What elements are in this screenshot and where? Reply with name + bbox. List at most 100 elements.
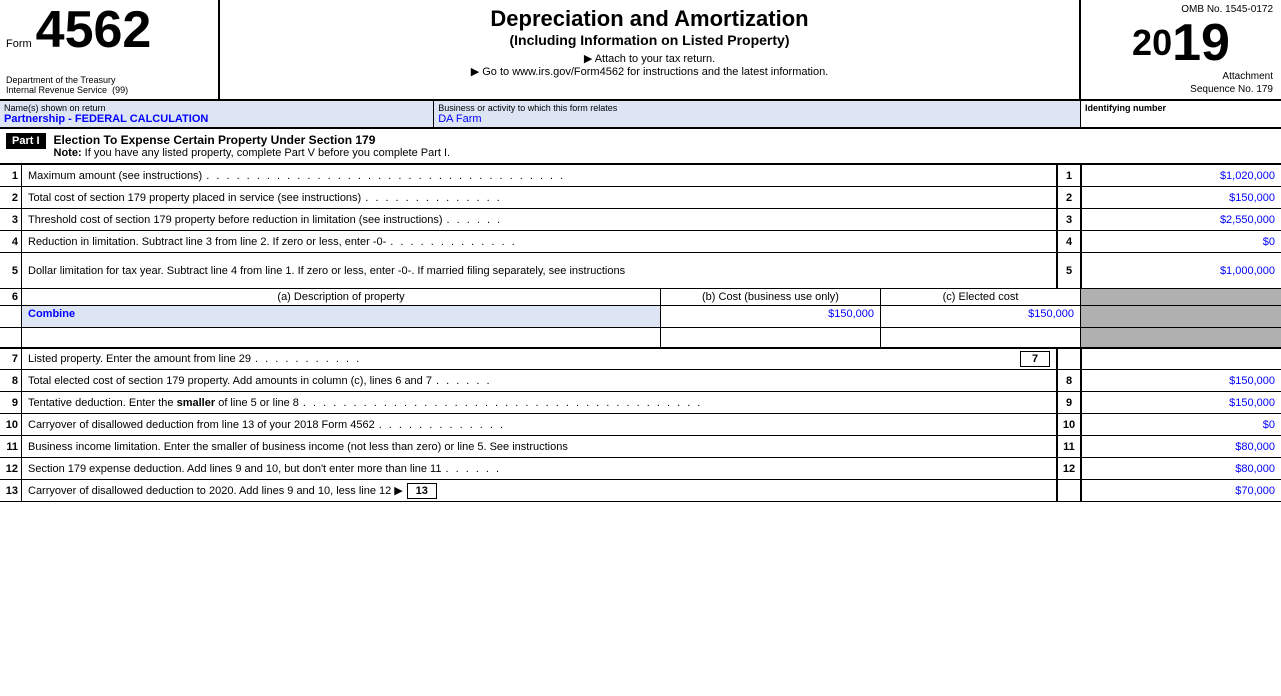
line-9-desc: Tentative deduction. Enter the smaller o… <box>22 392 1057 413</box>
line-6-data-row: Combine $150,000 $150,000 <box>0 306 1281 328</box>
line-13-row: 13 Carryover of disallowed deduction to … <box>0 480 1281 502</box>
line-3-dots: . . . . . . <box>443 214 1050 226</box>
omb-section: OMB No. 1545-0172 20 19 Attachment Seque… <box>1081 0 1281 99</box>
line-2-value: $150,000 <box>1081 187 1281 208</box>
line-7-row: 7 Listed property. Enter the amount from… <box>0 348 1281 370</box>
line-13-number: 13 <box>0 480 22 501</box>
line-12-desc: Section 179 expense deduction. Add lines… <box>22 458 1057 479</box>
goto-instruction: ▶ Go to www.irs.gov/Form4562 for instruc… <box>230 65 1069 78</box>
line-7-dots: . . . . . . . . . . . <box>251 353 1016 365</box>
line-3-value: $2,550,000 <box>1081 209 1281 230</box>
part-title-block: Election To Expense Certain Property Und… <box>54 133 451 159</box>
line-9-dots: . . . . . . . . . . . . . . . . . . . . … <box>299 397 1050 409</box>
line-6-header: 6 (a) Description of property (b) Cost (… <box>0 289 1281 306</box>
line-6-empty-num <box>0 328 22 347</box>
form-label: Form <box>6 38 32 50</box>
attachment-label: Attachment <box>1089 71 1273 82</box>
line-10-dots: . . . . . . . . . . . . . <box>375 419 1050 431</box>
id-cell: Identifying number <box>1081 101 1281 127</box>
line-4-number: 4 <box>0 231 22 252</box>
line-13-desc: Carryover of disallowed deduction to 202… <box>22 480 1057 501</box>
line-7-ref <box>1057 349 1081 369</box>
line-4-row: 4 Reduction in limitation. Subtract line… <box>0 231 1281 253</box>
name-value: Partnership - FEDERAL CALCULATION <box>4 113 429 125</box>
line-2-dots: . . . . . . . . . . . . . . <box>361 192 1050 204</box>
line-1-value: $1,020,000 <box>1081 165 1281 186</box>
line-7-desc: Listed property. Enter the amount from l… <box>22 349 1057 369</box>
line-7-number: 7 <box>0 349 22 369</box>
sub-title: (Including Information on Listed Propert… <box>230 32 1069 48</box>
part-badge: Part I <box>6 133 46 149</box>
line-3-row: 3 Threshold cost of section 179 property… <box>0 209 1281 231</box>
line-2-row: 2 Total cost of section 179 property pla… <box>0 187 1281 209</box>
line-8-desc: Total elected cost of section 179 proper… <box>22 370 1057 391</box>
form-id-section: Form 4562 Department of the Treasury Int… <box>0 0 220 99</box>
line-12-dots: . . . . . . <box>441 463 1050 475</box>
name-label: Name(s) shown on return <box>4 103 429 113</box>
line-2-ref: 2 <box>1057 187 1081 208</box>
line-6-empty-c <box>881 328 1081 347</box>
line-6-empty-a <box>22 328 661 347</box>
attach-instruction: ▶ Attach to your tax return. <box>230 52 1069 65</box>
line-4-desc: Reduction in limitation. Subtract line 3… <box>22 231 1057 252</box>
line-8-dots: . . . . . . <box>432 375 1050 387</box>
note-text: If you have any listed property, complet… <box>82 147 450 159</box>
line-3-number: 3 <box>0 209 22 230</box>
activity-label: Business or activity to which this form … <box>438 103 1076 113</box>
line-4-value: $0 <box>1081 231 1281 252</box>
line-8-row: 8 Total elected cost of section 179 prop… <box>0 370 1281 392</box>
line-9-ref: 9 <box>1057 392 1081 413</box>
line-6-col-a-header: (a) Description of property <box>22 289 661 305</box>
line-11-ref: 11 <box>1057 436 1081 457</box>
main-title: Depreciation and Amortization <box>230 6 1069 32</box>
part-title: Election To Expense Certain Property Und… <box>54 133 376 147</box>
line-6-shaded-header <box>1081 289 1281 305</box>
line-12-ref: 12 <box>1057 458 1081 479</box>
line-6-col-c-header: (c) Elected cost <box>881 289 1081 305</box>
year-prefix: 20 <box>1132 22 1172 64</box>
dept-line1: Department of the Treasury <box>6 75 212 85</box>
line-13-value: $70,000 <box>1081 480 1281 501</box>
line-1-number: 1 <box>0 165 22 186</box>
line-1-dots: . . . . . . . . . . . . . . . . . . . . … <box>202 170 1050 182</box>
line-6-data-num <box>0 306 22 327</box>
line-8-value: $150,000 <box>1081 370 1281 391</box>
line-6-col-b-header: (b) Cost (business use only) <box>661 289 881 305</box>
line-2-number: 2 <box>0 187 22 208</box>
line-2-desc: Total cost of section 179 property place… <box>22 187 1057 208</box>
line-11-number: 11 <box>0 436 22 457</box>
form-title-section: Depreciation and Amortization (Including… <box>220 0 1081 99</box>
line-1-desc: Maximum amount (see instructions) . . . … <box>22 165 1057 186</box>
line-4-dots: . . . . . . . . . . . . . <box>386 236 1050 248</box>
line-3-ref: 3 <box>1057 209 1081 230</box>
line-5-row: 5 Dollar limitation for tax year. Subtra… <box>0 253 1281 289</box>
sequence-number: Sequence No. 179 <box>1089 84 1273 95</box>
line-6-number: 6 <box>0 289 22 305</box>
line-5-value: $1,000,000 <box>1081 253 1281 288</box>
line-6-col-b-value: $150,000 <box>661 306 881 327</box>
line-6-shaded-value <box>1081 306 1281 327</box>
line-6-empty-row <box>0 328 1281 348</box>
line-7-inline-ref: 7 <box>1020 351 1050 367</box>
line-13-ref <box>1057 480 1081 501</box>
dept-line2: Internal Revenue Service (99) <box>6 85 212 95</box>
line-13-arrow: ▶ <box>394 484 402 497</box>
line-12-value: $80,000 <box>1081 458 1281 479</box>
line-11-desc: Business income limitation. Enter the sm… <box>22 436 1057 457</box>
name-cell: Name(s) shown on return Partnership - FE… <box>0 101 434 127</box>
year-suffix: 19 <box>1172 17 1230 69</box>
line-5-number: 5 <box>0 253 22 288</box>
line-7-value <box>1081 349 1281 369</box>
line-5-desc: Dollar limitation for tax year. Subtract… <box>22 253 1057 288</box>
line-9-value: $150,000 <box>1081 392 1281 413</box>
line-6-empty-b <box>661 328 881 347</box>
activity-cell: Business or activity to which this form … <box>434 101 1081 127</box>
line-6-col-a-value: Combine <box>22 306 661 327</box>
line-11-value: $80,000 <box>1081 436 1281 457</box>
line-9-row: 9 Tentative deduction. Enter the smaller… <box>0 392 1281 414</box>
form-number: 4562 <box>36 4 152 56</box>
note-bold: Note: <box>54 147 82 159</box>
line-10-value: $0 <box>1081 414 1281 435</box>
line-1-row: 1 Maximum amount (see instructions) . . … <box>0 165 1281 187</box>
line-1-ref: 1 <box>1057 165 1081 186</box>
